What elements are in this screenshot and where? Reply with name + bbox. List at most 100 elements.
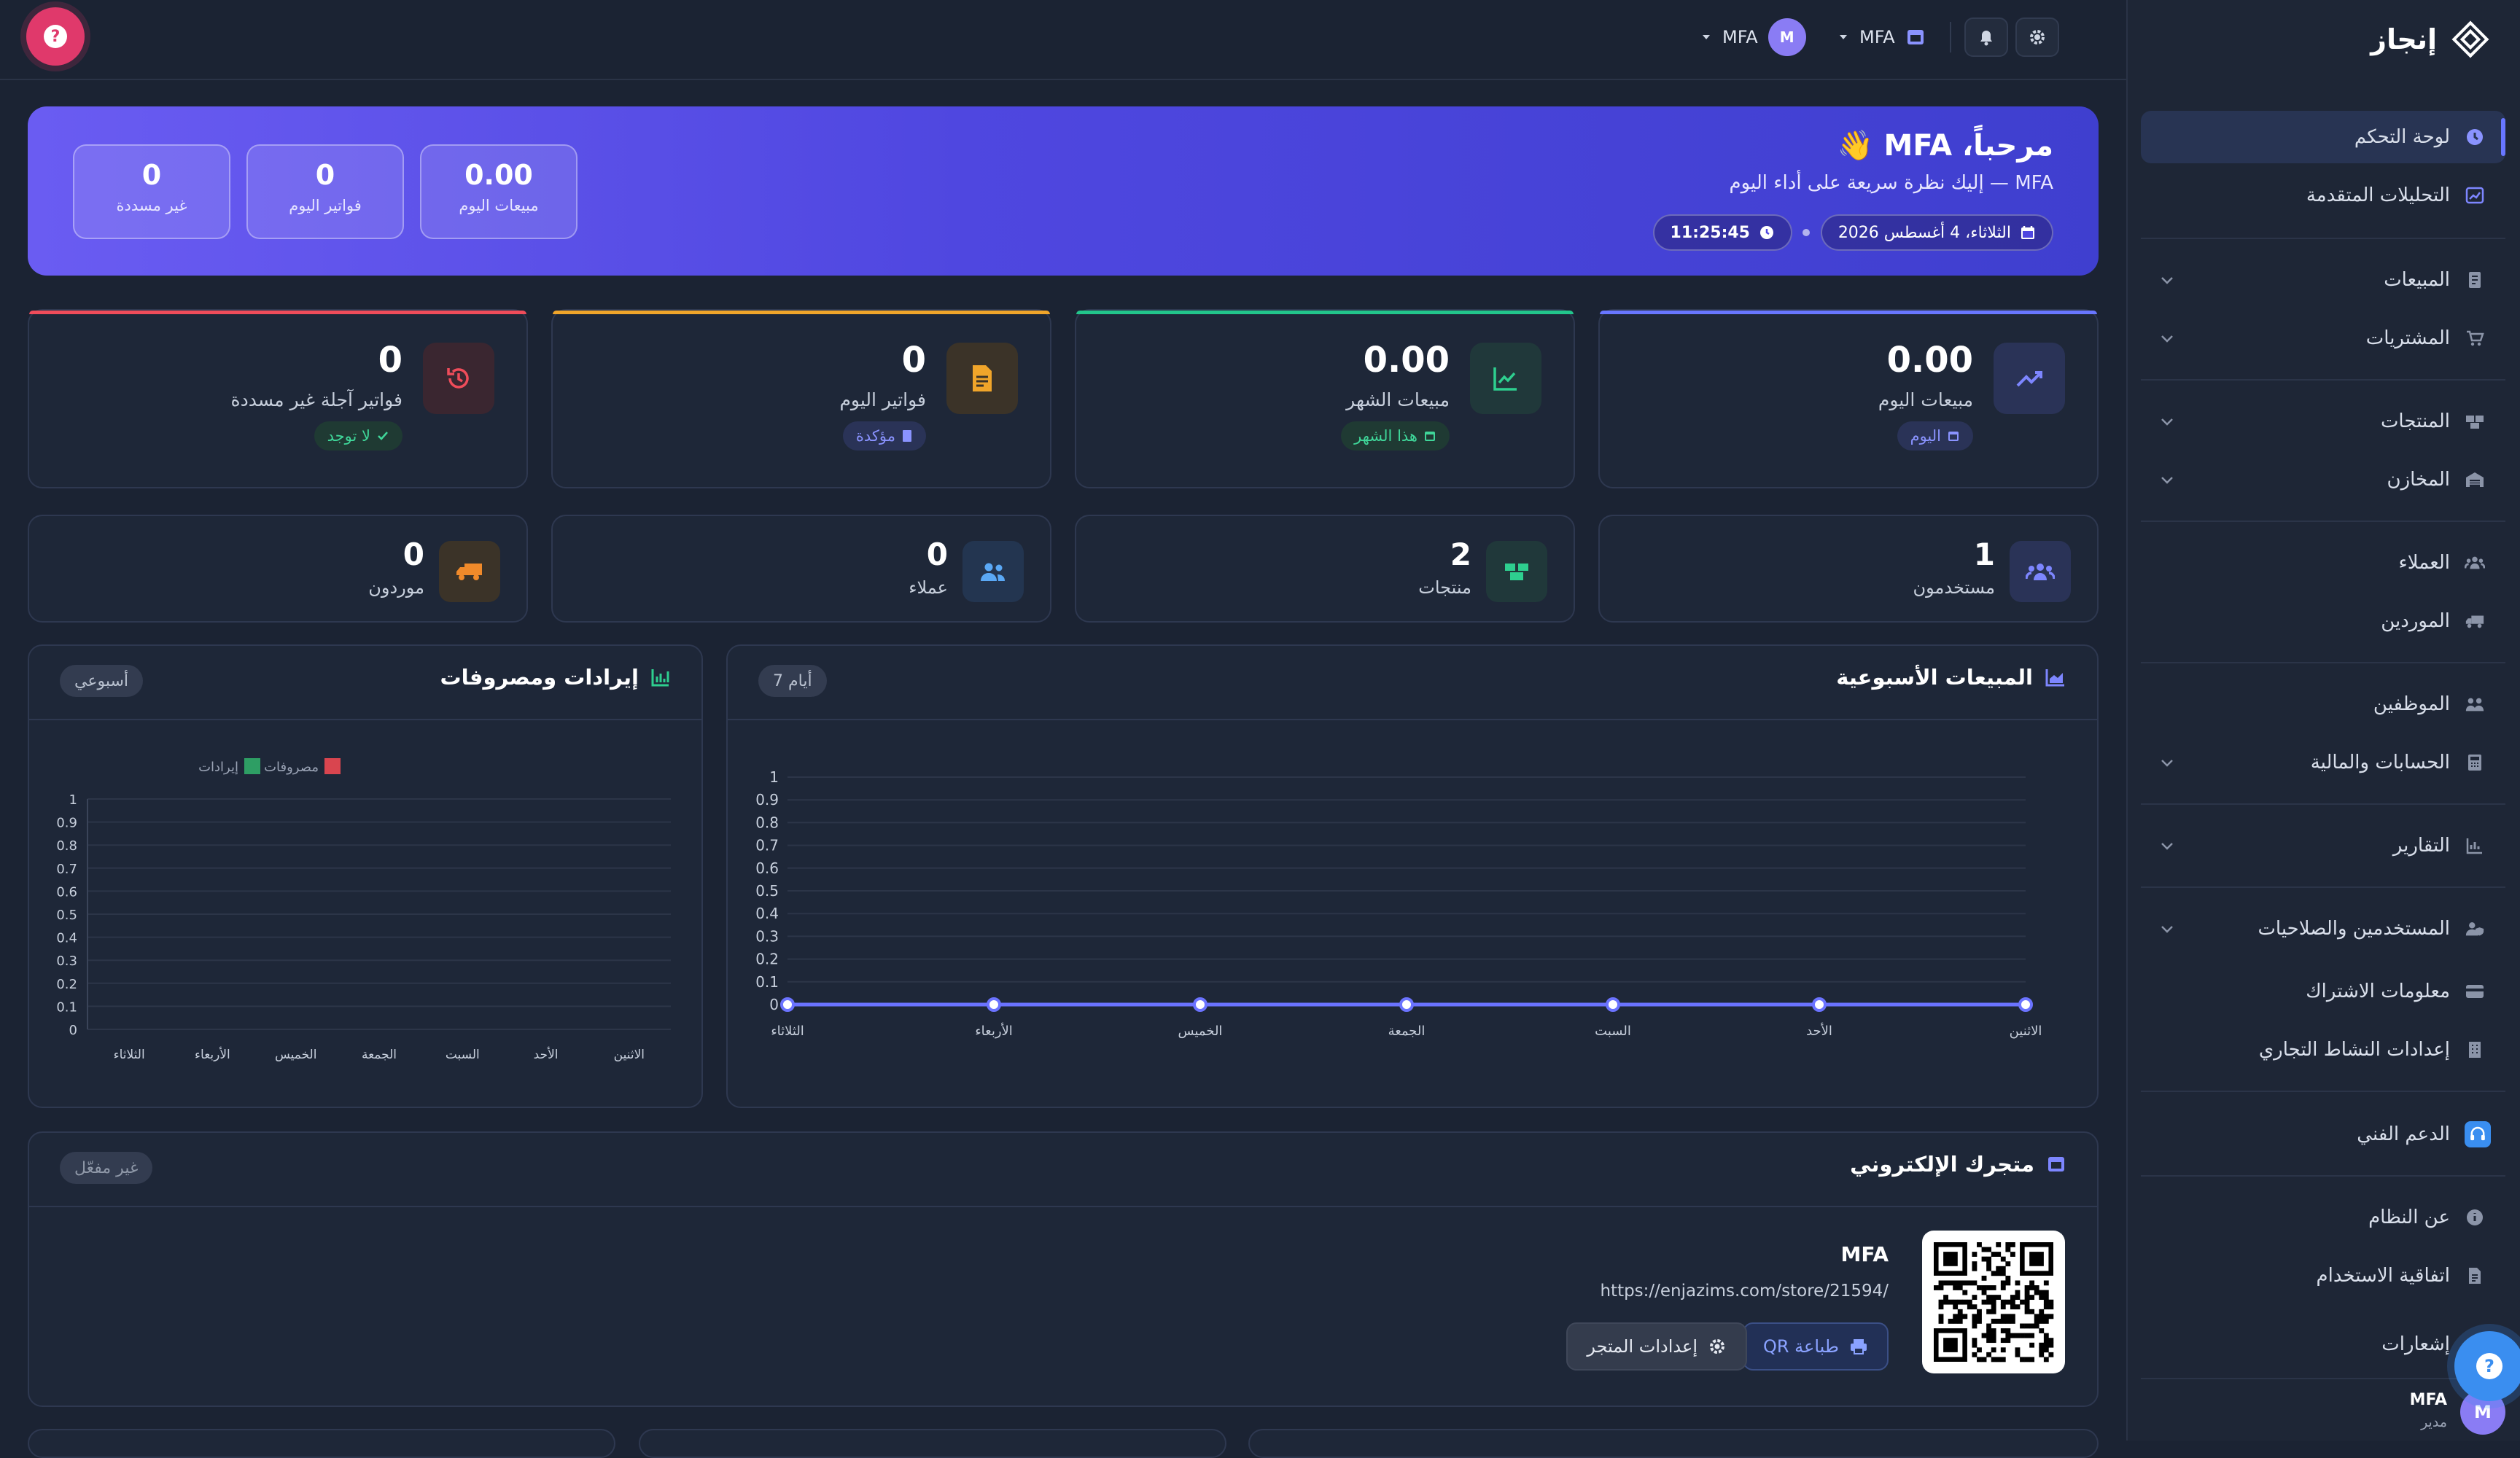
- sidebar-item-subscription-info[interactable]: معلومات الاشتراك: [2141, 965, 2505, 1018]
- info-icon: [2465, 1207, 2485, 1228]
- bottom-card: [28, 1429, 615, 1458]
- chart-line-icon: [1470, 343, 1541, 414]
- x-tick-label: الأربعاء: [975, 1023, 1013, 1039]
- y-tick-label: 0.5: [56, 908, 77, 923]
- sidebar-item-dashboard[interactable]: لوحة التحكم: [2141, 111, 2505, 163]
- store-switcher[interactable]: MFA: [1838, 17, 1926, 57]
- legend-label: إيرادات: [198, 760, 238, 775]
- truck-icon: [439, 541, 500, 602]
- sidebar-item-advanced-analytics[interactable]: التحليلات المتقدمة: [2141, 169, 2505, 222]
- sidebar-item-suppliers[interactable]: الموردين: [2141, 595, 2505, 647]
- qr-module: [2010, 1242, 2015, 1247]
- sidebar-item-notifications[interactable]: إشعارات: [2141, 1318, 2505, 1371]
- qr-module: [1972, 1314, 1978, 1319]
- welcome-stat-label: مبيعات اليوم: [459, 197, 539, 214]
- sidebar-item-support[interactable]: الدعم الفني: [2141, 1108, 2505, 1161]
- sidebar-user[interactable]: M MFA مدير: [2141, 1388, 2505, 1436]
- print-qr-button[interactable]: طباعة QR: [1742, 1322, 1889, 1371]
- trend-up-icon: [1994, 343, 2065, 414]
- cart-icon: [2465, 328, 2485, 348]
- y-tick-label: 0.8: [755, 814, 779, 831]
- store-qr-code[interactable]: [1922, 1231, 2065, 1373]
- qr-module: [2024, 1290, 2030, 1295]
- qr-module: [2010, 1252, 2015, 1257]
- y-tick-label: 0.3: [56, 954, 77, 969]
- qr-module: [1977, 1309, 1982, 1314]
- qr-module: [2039, 1328, 2045, 1333]
- store-settings-button[interactable]: إعدادات المتجر: [1566, 1322, 1747, 1371]
- qr-module: [2020, 1323, 2025, 1329]
- qr-module: [1986, 1333, 1992, 1338]
- qr-finder: [1943, 1252, 1958, 1266]
- qr-module: [1986, 1323, 1992, 1329]
- sidebar-user-role: مدير: [2421, 1414, 2447, 1430]
- user-menu-label: MFA: [1722, 27, 1758, 47]
- sidebar-item-label: لوحة التحكم: [2354, 126, 2450, 148]
- y-tick-label: 0: [69, 1023, 77, 1038]
- qr-module: [2000, 1357, 2006, 1363]
- sidebar-user-name: MFA: [2409, 1391, 2447, 1409]
- sidebar-divider: [2141, 521, 2505, 522]
- x-tick-label: الأحد: [1806, 1023, 1832, 1039]
- sidebar-item-sales[interactable]: المبيعات: [2141, 254, 2505, 306]
- x-tick-label: الجمعة: [362, 1048, 397, 1062]
- sidebar-item-users-permissions[interactable]: المستخدمين والصلاحيات: [2141, 903, 2505, 955]
- mini-stat-label: موردون: [368, 577, 424, 598]
- svg-text:?: ?: [2484, 1356, 2494, 1376]
- chevron-down-icon: [2161, 477, 2173, 484]
- qr-module: [1991, 1299, 1996, 1305]
- sidebar-item-products[interactable]: المنتجات: [2141, 395, 2505, 448]
- sidebar-item-business-settings[interactable]: إعدادات النشاط التجاري: [2141, 1024, 2505, 1076]
- sidebar-item-about[interactable]: عن النظام: [2141, 1191, 2505, 1244]
- help-button[interactable]: ?: [26, 7, 85, 66]
- card-accent: [1076, 311, 1574, 314]
- legend-swatch: [324, 758, 341, 774]
- bottom-card: [639, 1429, 1226, 1458]
- stat-card-month-sales: 0.00 مبيعات الشهر هذا الشهر: [1075, 309, 1575, 488]
- qr-module: [1938, 1285, 1944, 1290]
- qr-module: [2005, 1333, 2011, 1338]
- x-tick-label: الثلاثاء: [114, 1048, 145, 1062]
- qr-module: [1972, 1266, 1978, 1271]
- boxes-icon: [1486, 541, 1547, 602]
- qr-module: [1953, 1318, 1959, 1324]
- data-point: [1399, 997, 1414, 1012]
- settings-button[interactable]: [2015, 17, 2059, 57]
- calendar-icon: [1425, 432, 1435, 441]
- stat-label: مبيعات الشهر: [1346, 389, 1450, 410]
- qr-module: [1934, 1285, 1939, 1290]
- document-icon: [2465, 1266, 2485, 1286]
- sidebar-item-reports[interactable]: التقارير: [2141, 819, 2505, 872]
- store-settings-label: إعدادات المتجر: [1587, 1336, 1698, 1357]
- sidebar-item-accounts-finance[interactable]: الحسابات والمالية: [2141, 736, 2505, 789]
- qr-module: [2039, 1352, 2045, 1357]
- notifications-button[interactable]: [1964, 17, 2008, 57]
- qr-module: [1991, 1304, 1996, 1310]
- qr-module: [1986, 1247, 1992, 1252]
- date-pill: الثلاثاء، 4 أغسطس 2026: [1820, 214, 2053, 251]
- sidebar-item-purchases[interactable]: المشتريات: [2141, 312, 2505, 364]
- sidebar-divider: [2141, 803, 2505, 805]
- sidebar-item-terms[interactable]: اتفاقية الاستخدام: [2141, 1250, 2505, 1302]
- sidebar-item-employees[interactable]: الموظفين: [2141, 678, 2505, 730]
- mini-stat-label: مستخدمون: [1913, 577, 1995, 598]
- gear-icon: [1710, 1339, 1724, 1354]
- revenue-expenses-period-badge: أسبوعي: [60, 665, 144, 697]
- qr-module: [1977, 1314, 1982, 1319]
- print-qr-label: طباعة QR: [1762, 1336, 1839, 1357]
- current-date: الثلاثاء، 4 أغسطس 2026: [1838, 223, 2011, 242]
- qr-module: [2005, 1275, 2011, 1281]
- chevron-down-icon: [2161, 418, 2173, 426]
- brand[interactable]: إنجاز: [2371, 17, 2491, 61]
- chevron-down-icon: [2161, 843, 2173, 850]
- store-url[interactable]: https://enjazims.com/store/21594/: [1600, 1282, 1889, 1301]
- user-menu[interactable]: MFA M: [1700, 17, 1806, 57]
- sidebar-item-customers[interactable]: العملاء: [2141, 537, 2505, 589]
- qr-module: [1977, 1357, 1982, 1363]
- floating-help-button[interactable]: ?: [2454, 1331, 2520, 1401]
- sidebar-item-warehouses[interactable]: المخازن: [2141, 453, 2505, 506]
- sidebar-divider: [2141, 662, 2505, 663]
- qr-module: [2043, 1333, 2049, 1338]
- qr-module: [2010, 1304, 2015, 1310]
- sidebar-item-label: المشتريات: [2365, 327, 2450, 349]
